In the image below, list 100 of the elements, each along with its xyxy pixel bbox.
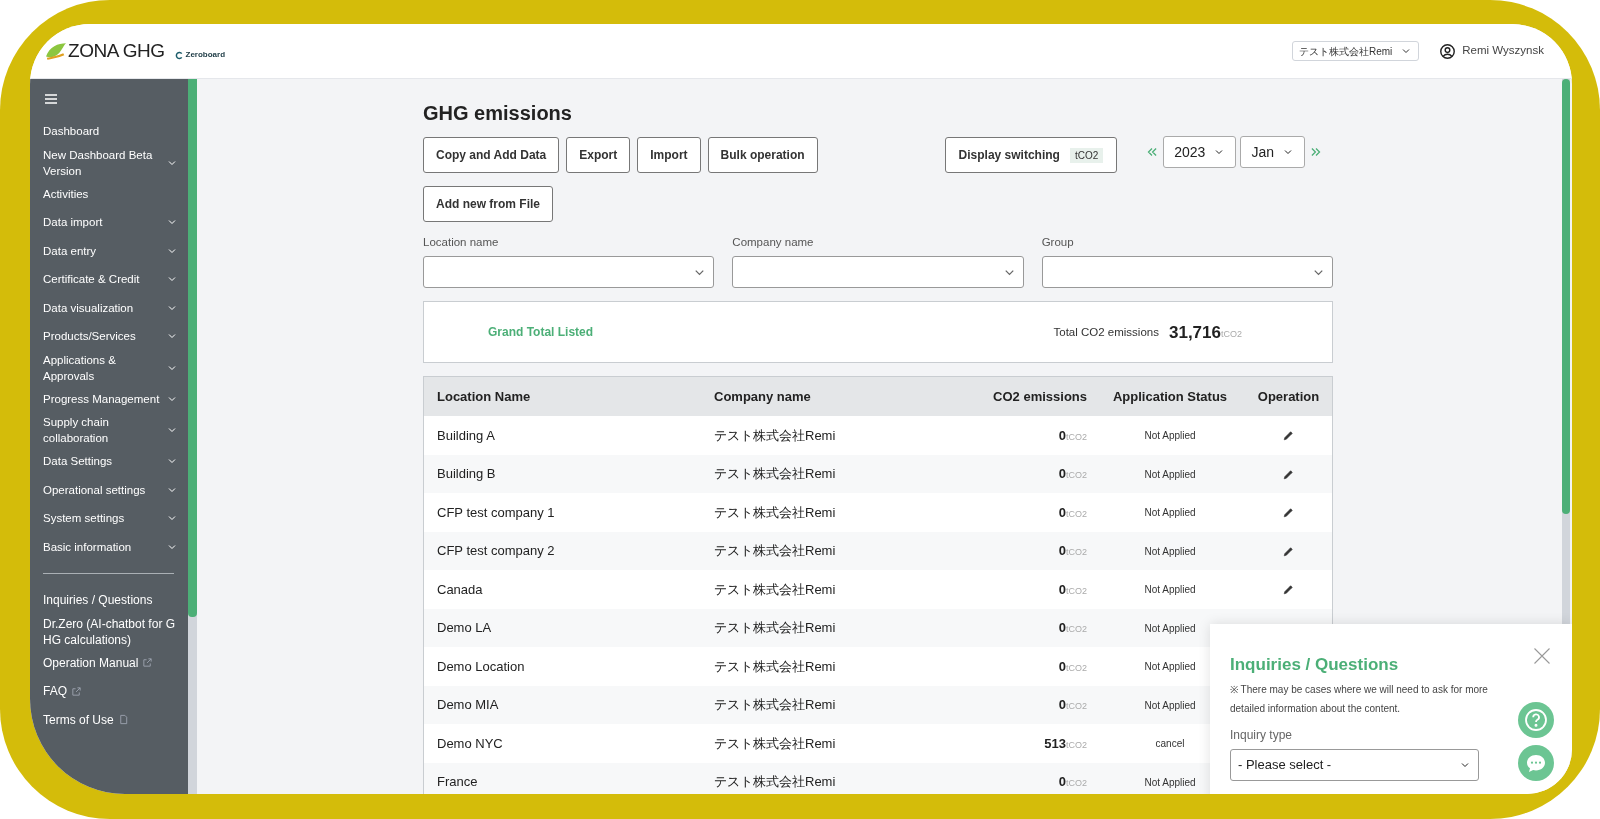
unit-label: tCO2 [1066,624,1087,637]
logo-text: ZONA GHG [68,38,165,63]
table-cell-text: Demo MIA [436,696,500,715]
scrollbar-thumb[interactable] [1562,79,1570,514]
sidebar-item[interactable]: Supply chain collaboration [43,413,178,447]
sidebar-link[interactable]: Operation Manual [43,648,178,677]
sidebar-item[interactable]: Operational settings [43,475,178,504]
external-link-icon [71,685,82,697]
close-button[interactable] [1532,646,1552,666]
table-cell-text: Building B [436,465,497,484]
unit-label: tCO2 [1066,470,1087,483]
sidebar-link[interactable]: Inquiries / Questions [43,586,178,615]
table-cell-text: 0 [1058,619,1066,638]
close-icon [1532,646,1552,666]
pencil-icon [1282,544,1295,558]
table-cell-text: テスト株式会社Remi [713,696,837,715]
date-select[interactable]: Jan [1240,136,1305,168]
table-cell-text: テスト株式会社Remi [713,734,837,753]
table-cell-text: Building A [436,426,496,445]
table-cell-text: 0 [1058,503,1066,522]
field-label: Inquiry type [1230,726,1294,744]
table-cell-text: テスト株式会社Remi [713,773,837,792]
sidebar-item[interactable]: Certificate & Credit [43,265,178,294]
sidebar-item[interactable]: Products/Services [43,322,178,351]
table-cell-text: テスト株式会社Remi [713,426,837,445]
status-text: Not Applied [1143,544,1197,559]
field-label: Group [1041,235,1075,250]
table-cell-text: CFP test company 2 [436,542,556,561]
table-cell-text: テスト株式会社Remi [713,503,837,522]
sidebar-item[interactable]: System settings [43,504,178,533]
sidebar-item[interactable]: Data visualization [43,293,178,322]
sidebar-item[interactable]: Data import [43,208,178,237]
field-label: Location name [423,235,500,250]
sidebar-item[interactable]: Dashboard [43,117,178,146]
action-button[interactable]: Copy and Add Data [423,137,560,173]
table-cell-text: 0 [1058,657,1066,676]
page-title: GHG emissions [423,101,573,126]
dropdown-field[interactable] [1041,256,1333,289]
help-icon [1524,708,1548,732]
table-cell-text: 513 [1044,734,1066,753]
pencil-icon [1282,429,1295,442]
sidebar-item[interactable]: Progress Management [43,384,178,413]
action-button[interactable]: Bulk operation [707,137,818,173]
sidebar-link[interactable]: FAQ [43,677,178,706]
edit-button[interactable] [1282,544,1295,558]
unit-label: tCO2 [1066,507,1087,521]
dropdown-field[interactable] [423,256,715,289]
sidebar-item[interactable]: Data Settings [43,447,178,476]
sidebar-item[interactable]: Basic information [43,532,178,561]
table-cell-text: Demo Location [436,657,526,676]
company-select[interactable]: テスト株式会社Remi [1291,41,1420,61]
sidebar-link[interactable]: Terms of Use [43,705,178,734]
total-label: Total CO2 emissions [1053,324,1159,340]
edit-button[interactable] [1282,467,1295,481]
sidebar-item[interactable]: Data entry [43,236,178,265]
column-header: Operation [1256,388,1321,406]
unit-label: tCO2 [1066,661,1087,675]
action-button[interactable]: Export [566,137,631,173]
user-icon [1439,42,1457,60]
status-text: Not Applied [1143,583,1197,597]
table-cell-text: Demo LA [436,619,493,638]
unit-label: tCO2 [1066,778,1087,791]
dropdown-field[interactable] [732,256,1024,289]
table-cell-text: テスト株式会社Remi [713,542,837,561]
next-button[interactable] [1309,145,1323,159]
table-cell-text: テスト株式会社Remi [713,619,837,638]
menu-icon [43,91,59,107]
summary-label: Grand Total Listed [488,324,594,342]
table-cell-text: テスト株式会社Remi [713,657,837,676]
unit-label: tCO2 [1221,328,1242,339]
status-text: Not Applied [1143,621,1197,636]
inquiry-type-select[interactable]: - Please select - [1230,748,1479,781]
sidebar-link[interactable]: Dr.Zero (AI-chatbot for GHG calculations) [43,614,178,649]
column-header: Application Status [1111,388,1229,406]
chat-icon [1527,754,1545,772]
display-switch-button[interactable]: Display switching tCO2 [944,137,1118,173]
edit-button[interactable] [1282,429,1295,442]
external-link-icon [142,657,154,669]
table-cell-text: テスト株式会社Remi [713,580,837,599]
panel-title: Inquiries / Questions [1230,654,1399,676]
status-text: Not Applied [1143,506,1197,520]
edit-button[interactable] [1282,506,1295,519]
sidebar-item[interactable]: New Dashboard Beta Version [43,145,178,180]
scrollbar-thumb[interactable] [188,79,197,617]
table-cell-text: Demo NYC [436,734,504,753]
table-cell-text: 0 [1058,580,1066,599]
edit-button[interactable] [1282,583,1295,596]
leaf-logo-icon [46,42,66,60]
double-chevron-right-icon [1309,145,1323,159]
brand-logo-icon [174,50,184,60]
table-cell-text: テスト株式会社Remi [713,465,837,484]
action-button[interactable]: Add new from File [423,186,553,222]
date-select[interactable]: 2023 [1163,136,1237,168]
action-button[interactable]: Import [637,137,701,173]
table-cell-text: 0 [1058,696,1066,715]
column-header: CO2 emissions [992,388,1088,406]
sidebar-item[interactable]: Activities [43,179,178,208]
table-cell-text: 0 [1058,465,1066,484]
total-value: 31,716 [1169,321,1221,344]
sidebar-item[interactable]: Applications & Approvals [43,350,178,385]
